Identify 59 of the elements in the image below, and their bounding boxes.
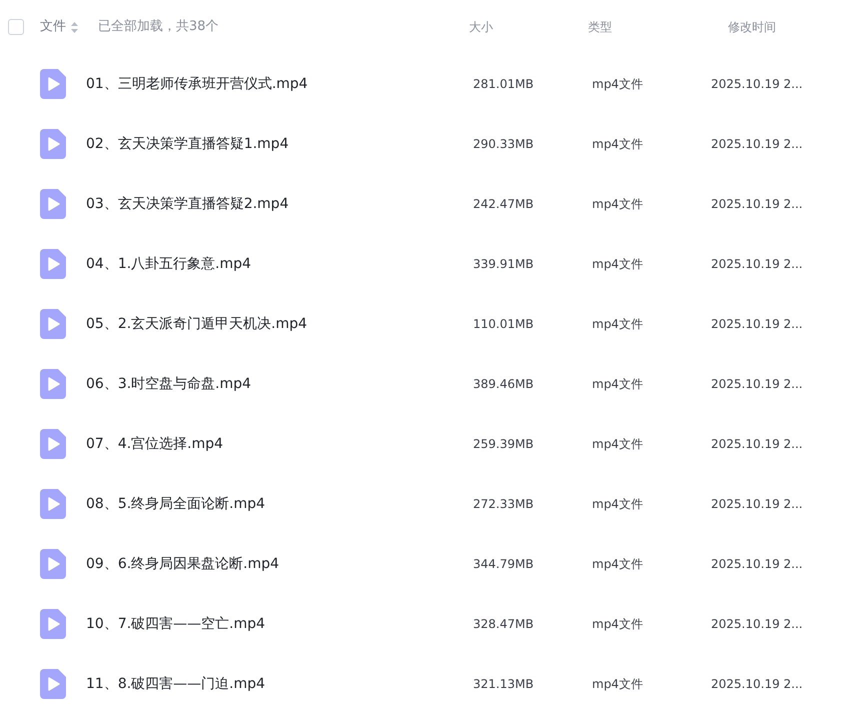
file-type: mp4文件 <box>592 316 644 333</box>
file-size: 242.47MB <box>473 196 535 213</box>
video-file-icon <box>40 429 66 459</box>
file-name[interactable]: 03、玄天决策学直播答疑2.mp4 <box>86 194 473 214</box>
file-type: mp4文件 <box>592 376 644 393</box>
file-type: mp4文件 <box>592 436 644 453</box>
modified-date: 2025.10.19 2... <box>711 376 803 393</box>
file-type: mp4文件 <box>592 136 644 153</box>
video-file-icon <box>40 249 66 279</box>
column-header[interactable]: 文件 <box>40 17 66 37</box>
file-type: mp4文件 <box>592 496 644 513</box>
file-size: 339.91MB <box>473 256 535 273</box>
load-status: 已全部加载，共38个 <box>98 18 220 36</box>
video-file-icon <box>40 129 66 159</box>
file-type: mp4文件 <box>592 196 644 213</box>
file-name[interactable]: 09、6.终身局因果盘论断.mp4 <box>86 554 473 574</box>
video-file-icon <box>40 549 66 579</box>
video-file-icon <box>40 309 66 339</box>
file-type: mp4文件 <box>592 676 644 693</box>
file-name[interactable]: 01、三明老师传承班开营仪式.mp4 <box>86 74 473 94</box>
file-name[interactable]: 11、8.破四害——门迫.mp4 <box>86 674 473 694</box>
file-name[interactable]: 07、4.宫位选择.mp4 <box>86 434 473 454</box>
modified-date: 2025.10.19 2... <box>711 496 803 513</box>
file-size: 272.33MB <box>473 496 535 513</box>
modified-date: 2025.10.19 2... <box>711 556 803 573</box>
file-name[interactable]: 10、7.破四害——空亡.mp4 <box>86 614 473 634</box>
file-name[interactable]: 02、玄天决策学直播答疑1.mp4 <box>86 134 473 154</box>
file-size: 290.33MB <box>473 136 535 153</box>
file-type: mp4文件 <box>592 556 644 573</box>
modified-date: 2025.10.19 2... <box>711 76 803 93</box>
file-name[interactable]: 08、5.终身局全面论断.mp4 <box>86 494 473 514</box>
modified-date: 2025.10.19 2... <box>711 196 803 213</box>
file-size: 321.13MB <box>473 676 535 693</box>
video-file-icon <box>40 369 66 399</box>
file-size: 344.79MB <box>473 556 535 573</box>
file-name[interactable]: 04、1.八卦五行象意.mp4 <box>86 254 473 274</box>
file-size: 281.01MB <box>473 76 535 93</box>
video-file-icon <box>40 609 66 639</box>
file-size: 389.46MB <box>473 376 535 393</box>
modified-date: 2025.10.19 2... <box>711 676 803 693</box>
file-size: 110.01MB <box>473 316 535 333</box>
video-file-icon <box>40 189 66 219</box>
file-type: mp4文件 <box>592 256 644 273</box>
file-type: mp4文件 <box>592 616 644 633</box>
file-name[interactable]: 05、2.玄天派奇门遁甲天机决.mp4 <box>86 314 473 334</box>
sort-icon[interactable] <box>71 22 78 32</box>
file-name[interactable]: 06、3.时空盘与命盘.mp4 <box>86 374 473 394</box>
modified-date: 2025.10.19 2... <box>711 436 803 453</box>
modified-date: 2025.10.19 2... <box>711 136 803 153</box>
file-size: 259.39MB <box>473 436 535 453</box>
modified-date: 2025.10.19 2... <box>711 616 803 633</box>
file-type: mp4文件 <box>592 76 644 93</box>
video-file-icon <box>40 669 66 699</box>
video-file-icon <box>40 489 66 519</box>
file-size: 328.47MB <box>473 616 535 633</box>
select-all-checkbox[interactable] <box>8 19 24 35</box>
modified-date: 2025.10.19 2... <box>711 256 803 273</box>
video-file-icon <box>40 69 66 99</box>
modified-date: 2025.10.19 2... <box>711 316 803 333</box>
